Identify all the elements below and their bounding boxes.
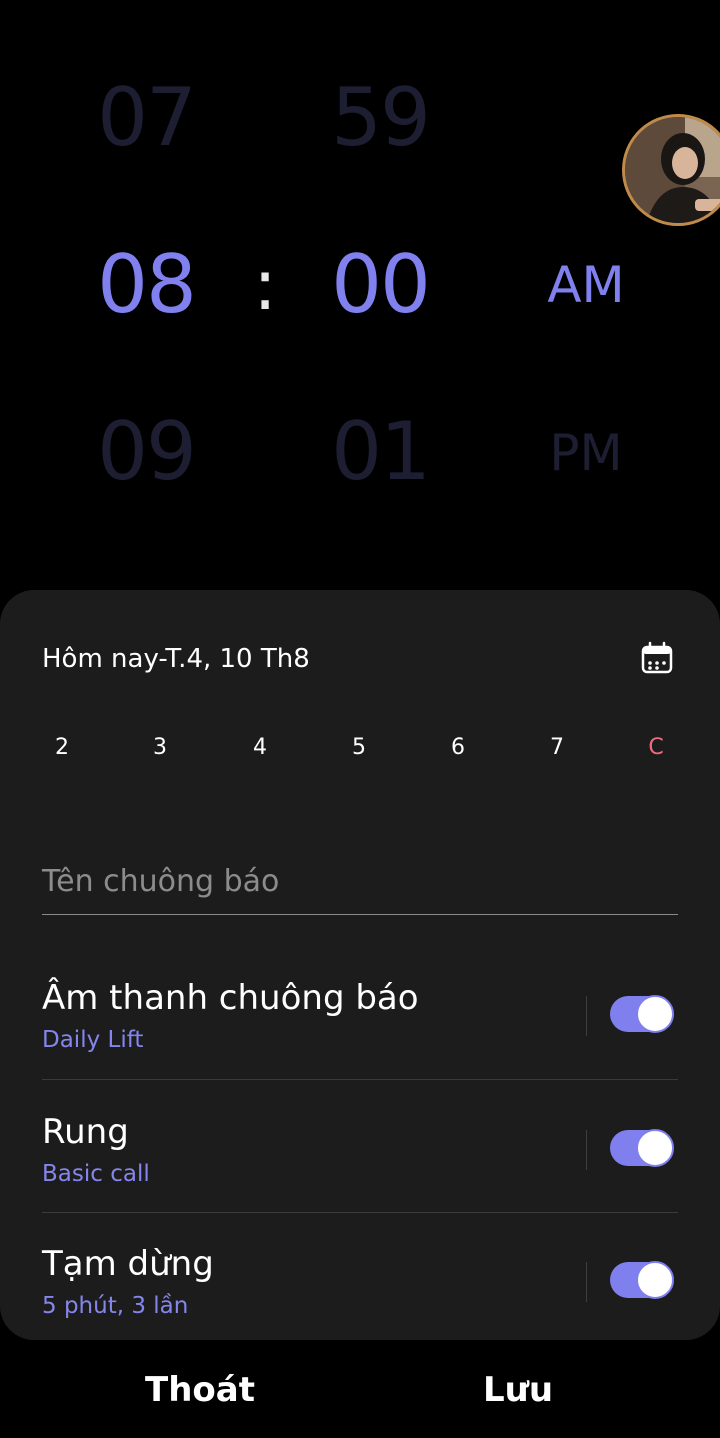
minute-previous[interactable]: 59 xyxy=(300,78,460,158)
period-next[interactable]: PM xyxy=(516,428,656,478)
toggle-knob xyxy=(636,1261,674,1299)
setting-subtitle: 5 phút, 3 lần xyxy=(42,1293,189,1319)
setting-title: Âm thanh chuông báo xyxy=(42,978,419,1018)
day-friday[interactable]: 6 xyxy=(438,732,478,764)
avatar-photo xyxy=(625,117,720,223)
day-monday[interactable]: 2 xyxy=(42,732,82,764)
alarm-name-input[interactable]: Tên chuông báo xyxy=(42,860,678,915)
day-saturday[interactable]: 7 xyxy=(537,732,577,764)
calendar-icon xyxy=(641,641,673,674)
vibration-toggle[interactable] xyxy=(610,1129,674,1167)
divider xyxy=(42,1079,678,1080)
divider xyxy=(586,1262,587,1302)
time-picker[interactable]: 07 08 09 : 59 00 01 AM PM xyxy=(0,0,720,590)
hour-previous[interactable]: 07 xyxy=(66,78,226,158)
hour-selected[interactable]: 08 xyxy=(66,245,226,325)
cancel-button[interactable]: Thoát xyxy=(50,1362,350,1418)
setting-title: Rung xyxy=(42,1112,129,1152)
save-button[interactable]: Lưu xyxy=(368,1362,668,1418)
day-sunday[interactable]: C xyxy=(636,732,676,764)
hour-next[interactable]: 09 xyxy=(66,412,226,492)
divider xyxy=(586,1130,587,1170)
setting-title: Tạm dừng xyxy=(42,1244,214,1284)
toggle-knob xyxy=(636,1129,674,1167)
day-wednesday[interactable]: 4 xyxy=(240,732,280,764)
divider xyxy=(586,996,587,1036)
calendar-button[interactable] xyxy=(636,638,678,680)
period-selected[interactable]: AM xyxy=(516,260,656,310)
day-tuesday[interactable]: 3 xyxy=(140,732,180,764)
setting-subtitle: Daily Lift xyxy=(42,1027,144,1053)
setting-subtitle: Basic call xyxy=(42,1161,150,1187)
day-thursday[interactable]: 5 xyxy=(339,732,379,764)
time-separator: : xyxy=(253,244,277,326)
minute-next[interactable]: 01 xyxy=(300,412,460,492)
snooze-toggle[interactable] xyxy=(610,1261,674,1299)
alarm-sound-setting[interactable]: Âm thanh chuông báo Daily Lift xyxy=(42,976,678,1096)
minute-selected[interactable]: 00 xyxy=(300,245,460,325)
divider xyxy=(42,1212,678,1213)
snooze-setting[interactable]: Tạm dừng 5 phút, 3 lần xyxy=(42,1242,678,1362)
date-label: Hôm nay-T.4, 10 Th8 xyxy=(42,644,310,674)
alarm-sound-toggle[interactable] xyxy=(610,995,674,1033)
toggle-knob xyxy=(636,995,674,1033)
